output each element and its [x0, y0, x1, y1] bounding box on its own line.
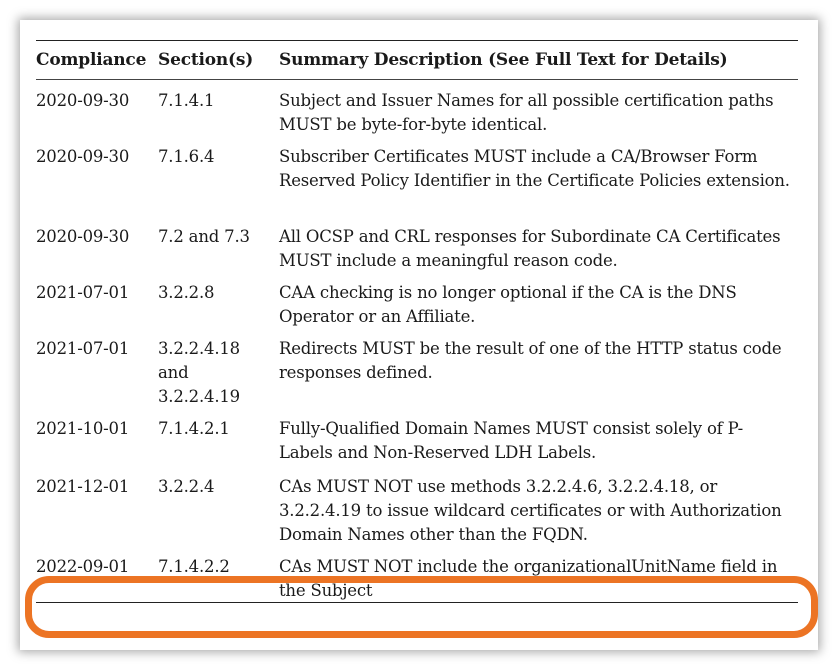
- table-row: 2020-09-30 7.1.4.1 Subject and Issuer Na…: [36, 80, 798, 136]
- row-section: 7.1.4.2.1: [158, 419, 230, 438]
- table-header: Compliance Section(s) Summary Descriptio…: [36, 41, 798, 80]
- row-summary: Subscriber Certificates MUST include a C…: [279, 147, 790, 190]
- row-summary: Subject and Issuer Names for all possibl…: [279, 91, 774, 134]
- table-row: 2021-07-01 3.2.2.8 CAA checking is no lo…: [36, 272, 798, 328]
- row-date: 2021-07-01: [36, 283, 130, 302]
- header-summary: Summary Description (See Full Text for D…: [279, 50, 728, 70]
- header-compliance: Compliance: [36, 50, 147, 70]
- row-summary: All OCSP and CRL responses for Subordina…: [279, 227, 781, 270]
- row-date: 2021-07-01: [36, 339, 130, 358]
- row-section: 3.2.2.4: [158, 477, 215, 496]
- row-summary: Fully-Qualified Domain Names MUST consis…: [279, 419, 744, 462]
- row-section: 3.2.2.4.18 and 3.2.2.4.19: [158, 339, 240, 406]
- row-section: 7.1.4.1: [158, 91, 215, 110]
- document-card: Compliance Section(s) Summary Descriptio…: [20, 20, 818, 650]
- table-row: 2021-12-01 3.2.2.4 CAs MUST NOT use meth…: [36, 466, 798, 546]
- row-date: 2022-09-01: [36, 557, 130, 576]
- table-row: 2020-09-30 7.1.6.4 Subscriber Certificat…: [36, 136, 798, 216]
- table-row-highlighted: 2022-09-01 7.1.4.2.2 CAs MUST NOT includ…: [36, 546, 798, 602]
- header-sections: Section(s): [158, 50, 254, 70]
- row-section: 3.2.2.8: [158, 283, 215, 302]
- row-date: 2020-09-30: [36, 91, 130, 110]
- row-summary: CAA checking is no longer optional if th…: [279, 283, 737, 326]
- compliance-table: Compliance Section(s) Summary Descriptio…: [36, 40, 798, 603]
- row-summary: Redirects MUST be the result of one of t…: [279, 339, 782, 382]
- table-row: 2020-09-30 7.2 and 7.3 All OCSP and CRL …: [36, 216, 798, 272]
- row-date: 2021-12-01: [36, 477, 130, 496]
- table-row: 2021-10-01 7.1.4.2.1 Fully-Qualified Dom…: [36, 408, 798, 466]
- table-row: 2021-07-01 3.2.2.4.18 and 3.2.2.4.19 Red…: [36, 328, 798, 408]
- row-date: 2020-09-30: [36, 227, 130, 246]
- row-section: 7.1.4.2.2: [158, 557, 230, 576]
- row-section: 7.2 and 7.3: [158, 227, 250, 246]
- row-summary: CAs MUST NOT include the organizationalU…: [279, 557, 778, 600]
- row-date: 2020-09-30: [36, 147, 130, 166]
- row-date: 2021-10-01: [36, 419, 130, 438]
- row-summary: CAs MUST NOT use methods 3.2.2.4.6, 3.2.…: [279, 477, 782, 544]
- row-section: 7.1.6.4: [158, 147, 215, 166]
